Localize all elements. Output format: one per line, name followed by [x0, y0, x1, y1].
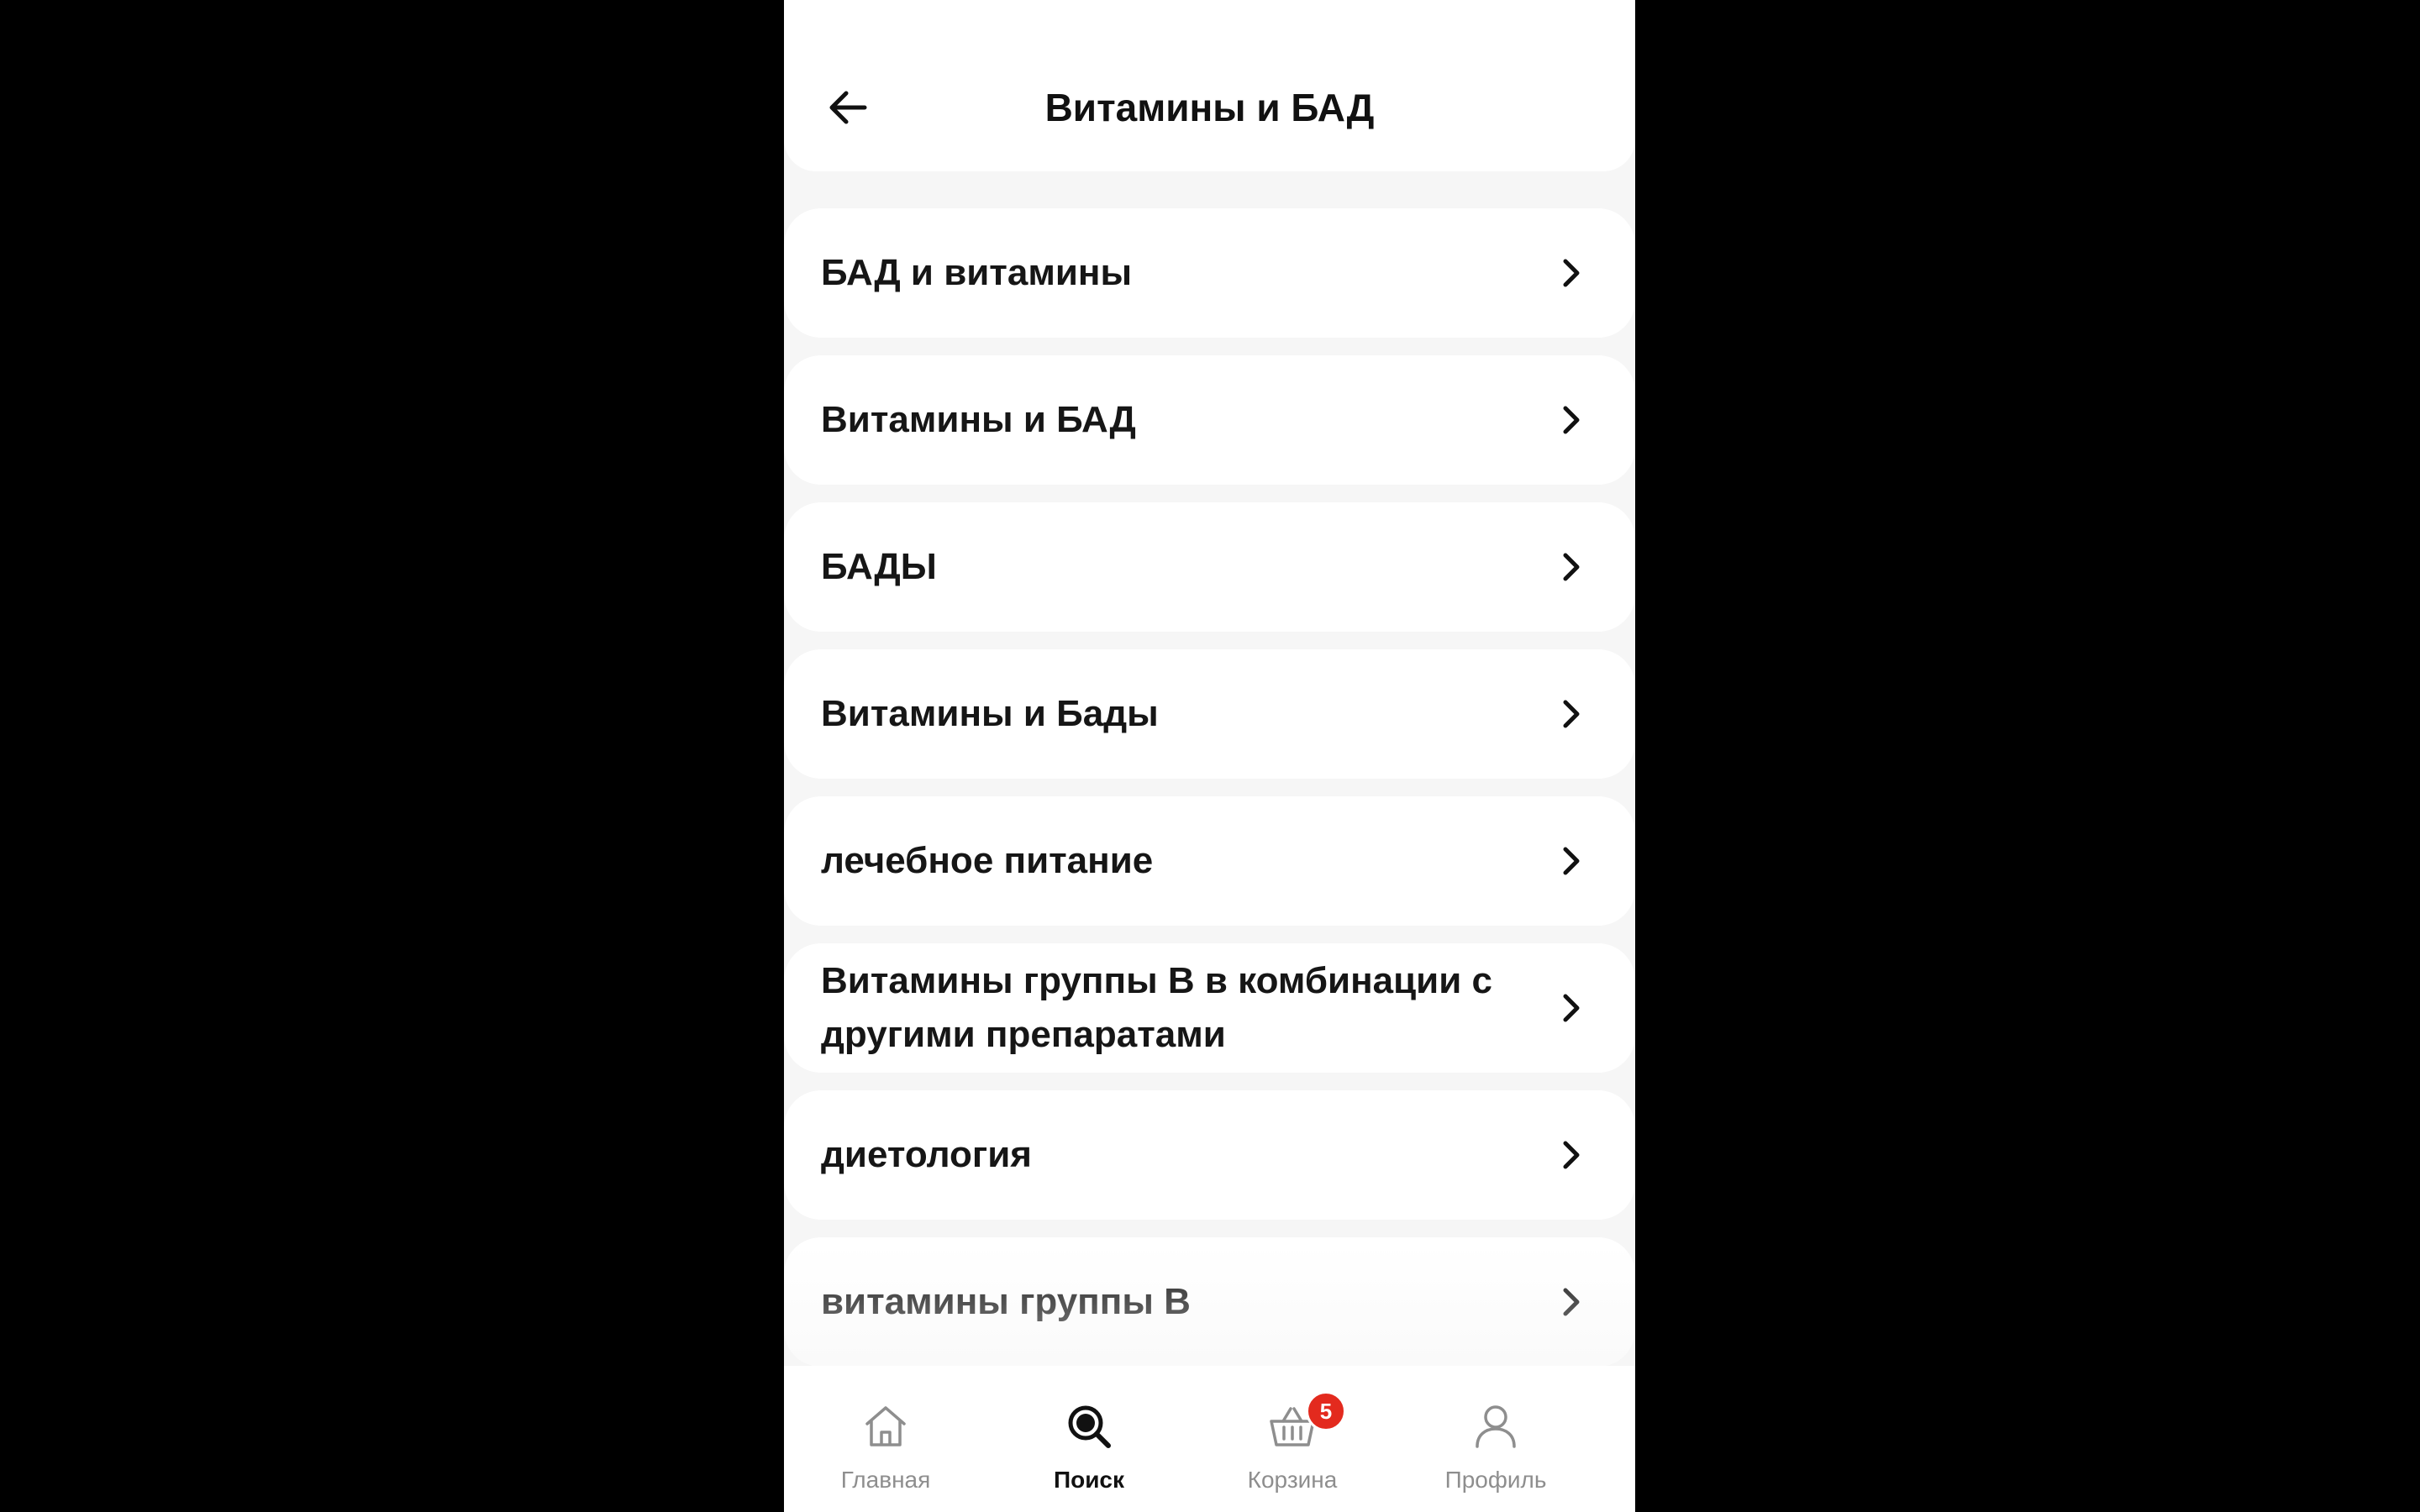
tab-label: Профиль — [1444, 1467, 1547, 1493]
category-item[interactable]: диетология — [784, 1090, 1635, 1220]
category-label: лечебное питание — [821, 840, 1154, 881]
category-item[interactable]: Витамины группы В в комбинации с другими… — [784, 943, 1635, 1073]
category-label: БАД и витамины — [821, 252, 1133, 293]
category-label: витамины группы В — [821, 1281, 1191, 1322]
category-item[interactable]: лечебное питание — [784, 796, 1635, 926]
chevron-right-icon — [1563, 847, 1580, 875]
chevron-right-icon — [1563, 406, 1580, 434]
chevron-right-icon — [1563, 1288, 1580, 1316]
category-label: диетология — [821, 1134, 1032, 1175]
tab-home[interactable]: Главная — [784, 1366, 987, 1512]
search-icon — [1068, 1405, 1111, 1448]
tab-search[interactable]: Поиск — [987, 1366, 1191, 1512]
home-icon — [865, 1406, 906, 1446]
category-item[interactable]: витамины группы В — [784, 1237, 1635, 1367]
category-item[interactable]: БАД и витамины — [784, 208, 1635, 338]
chevron-right-icon — [1563, 994, 1580, 1022]
category-item[interactable]: Витамины и БАД — [784, 355, 1635, 485]
category-item[interactable]: Витамины и Бады — [784, 649, 1635, 779]
app-screen: Витамины и БАД БАД и витамины Витамины и… — [784, 0, 1635, 1512]
bottom-tab-bar: Главная Поиск 5 Корзина Профиль — [784, 1366, 1635, 1512]
user-icon — [1476, 1405, 1516, 1448]
tab-label: Корзина — [1247, 1467, 1338, 1493]
category-label: Витамины и БАД — [821, 399, 1136, 440]
chevron-right-icon — [1563, 1141, 1580, 1169]
category-label: Витамины и Бады — [821, 693, 1159, 734]
category-label: БАДЫ — [821, 546, 937, 587]
category-item[interactable]: БАДЫ — [784, 502, 1635, 632]
chevron-right-icon — [1563, 553, 1580, 581]
tab-label: Главная — [840, 1467, 931, 1493]
chevron-right-icon — [1563, 259, 1580, 287]
tab-label: Поиск — [1053, 1467, 1125, 1493]
page-title: Витамины и БАД — [1044, 86, 1375, 129]
tab-cart[interactable]: 5 Корзина — [1191, 1366, 1394, 1512]
chevron-right-icon — [1563, 700, 1580, 728]
category-label: Витамины группы В в комбинации с другими… — [821, 960, 1492, 1055]
tab-profile[interactable]: Профиль — [1394, 1366, 1597, 1512]
cart-count-badge: 5 — [1306, 1391, 1346, 1431]
top-bar: Витамины и БАД — [784, 0, 1635, 171]
